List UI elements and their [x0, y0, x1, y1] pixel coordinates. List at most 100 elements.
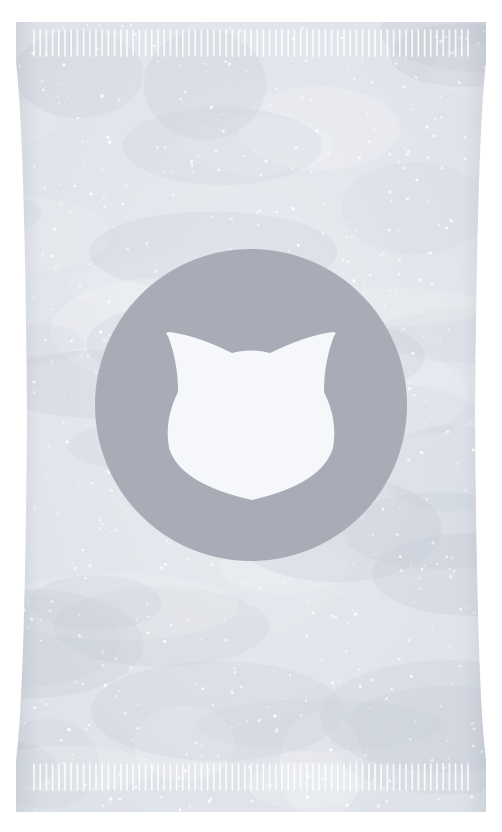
glitter-dot — [11, 31, 13, 33]
glitter-dot — [483, 393, 485, 395]
glitter-dot — [7, 466, 8, 467]
glitter-dot — [456, 824, 457, 825]
glitter-dot — [388, 0, 391, 3]
glitter-dot — [497, 170, 499, 172]
glitter-dot — [482, 318, 486, 321]
glitter-dot — [14, 699, 15, 700]
glitter-dot — [47, 2, 49, 4]
glitter-dot — [18, 554, 23, 558]
glitter-dot — [2, 758, 3, 759]
glitter-dot — [18, 237, 21, 240]
glitter-dot — [464, 16, 467, 19]
glitter-dot — [496, 706, 497, 707]
glitter-dot — [486, 360, 488, 362]
glitter-dot — [478, 454, 481, 457]
glitter-dot — [16, 142, 19, 146]
glitter-dot — [12, 50, 15, 53]
glitter-dot — [490, 93, 492, 95]
glitter-dot — [16, 468, 19, 471]
glitter-dot — [417, 16, 420, 19]
glitter-dot — [487, 74, 488, 75]
glitter-dot — [313, 12, 316, 15]
glitter-dot — [483, 316, 486, 320]
glitter-dot — [17, 346, 19, 349]
glitter-dot — [492, 278, 493, 279]
glitter-dot — [10, 651, 13, 654]
glitter-dot — [295, 1, 297, 3]
glitter-dot — [1, 802, 4, 805]
glitter-dot — [404, 821, 406, 823]
glitter-dot — [10, 605, 13, 608]
glitter-dot — [1, 702, 3, 704]
glitter-dot — [467, 3, 468, 4]
glitter-dot — [225, 818, 227, 820]
glitter-dot — [22, 509, 24, 511]
glitter-dot — [234, 824, 237, 827]
glitter-dot — [309, 10, 312, 13]
glitter-dot — [486, 127, 488, 129]
glitter-dot — [490, 398, 491, 399]
glitter-dot — [494, 291, 495, 292]
glitter-dot — [5, 567, 6, 568]
glitter-dot — [305, 815, 308, 818]
glitter-dot — [497, 464, 499, 466]
glitter-dot — [481, 169, 484, 172]
glitter-dot — [464, 8, 467, 11]
glitter-dot — [4, 179, 5, 180]
glitter-dot — [0, 608, 1, 610]
foil-pack-stage — [0, 0, 502, 832]
glitter-dot — [489, 192, 491, 194]
glitter-dot — [0, 258, 2, 260]
glitter-dot — [20, 192, 23, 194]
glitter-dot — [14, 495, 15, 496]
glitter-dot — [490, 702, 491, 703]
glitter-dot — [478, 213, 482, 217]
glitter-dot — [70, 828, 72, 830]
glitter-dot — [468, 1, 471, 4]
glitter-dot — [493, 396, 495, 398]
glitter-dot — [6, 685, 9, 688]
glitter-dot — [33, 20, 35, 22]
glitter-dot — [52, 814, 54, 816]
cat-head-icon — [166, 332, 336, 500]
glitter-dot — [497, 641, 499, 643]
pack-emblem — [95, 249, 407, 561]
glitter-dot — [7, 772, 10, 775]
glitter-dot — [490, 311, 492, 313]
foil-pack — [0, 0, 500, 830]
glitter-dot — [497, 627, 500, 630]
glitter-dot — [492, 780, 494, 782]
glitter-dot — [38, 826, 41, 829]
glitter-dot — [285, 815, 286, 816]
glitter-dot — [488, 32, 491, 35]
glitter-dot — [491, 702, 494, 705]
glitter-dot — [5, 278, 6, 279]
glitter-dot — [229, 4, 232, 7]
glitter-dot — [494, 551, 496, 553]
glitter-dot — [16, 374, 20, 378]
glitter-dot — [19, 469, 22, 472]
glitter-dot — [3, 139, 4, 140]
glitter-dot — [9, 187, 11, 189]
glitter-dot — [9, 482, 11, 484]
glitter-dot — [494, 668, 495, 669]
glitter-dot — [224, 18, 226, 20]
glitter-dot — [318, 13, 320, 15]
glitter-dot — [480, 552, 484, 556]
glitter-dot — [111, 13, 112, 14]
glitter-dot — [496, 207, 499, 210]
glitter-dot — [398, 815, 399, 816]
glitter-dot — [9, 272, 11, 274]
glitter-dot — [455, 819, 457, 821]
glitter-dot — [488, 384, 490, 386]
glitter-dot — [476, 329, 479, 332]
glitter-dot — [461, 0, 464, 1]
glitter-dot — [0, 109, 2, 111]
glitter-dot — [193, 11, 196, 14]
glitter-dot — [488, 263, 490, 265]
glitter-dot — [481, 300, 485, 304]
glitter-dot — [469, 813, 472, 816]
glitter-dot — [17, 693, 21, 697]
glitter-dot — [96, 6, 97, 7]
glitter-dot — [22, 470, 26, 474]
